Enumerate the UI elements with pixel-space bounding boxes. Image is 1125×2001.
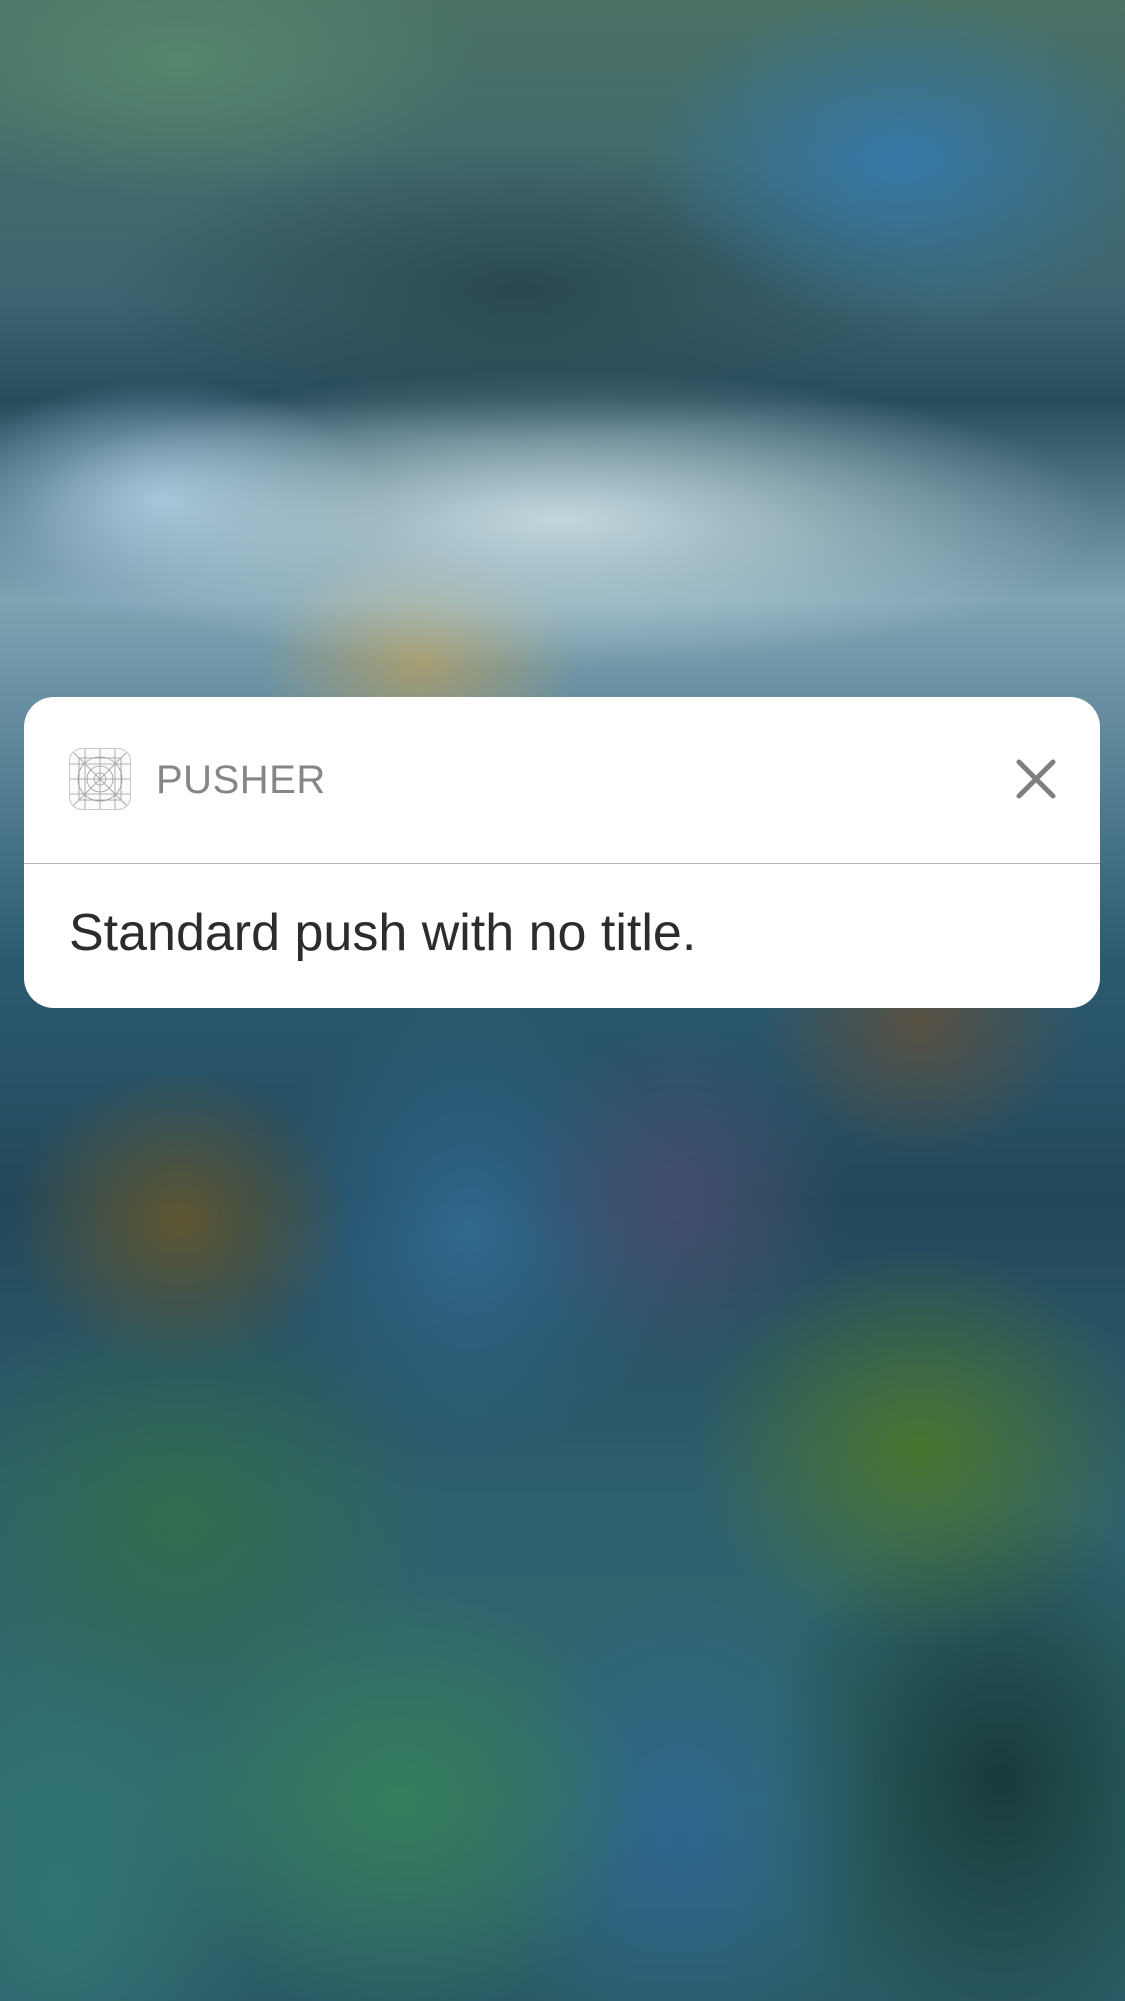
- app-name-label: PUSHER: [156, 758, 326, 802]
- header-divider: [24, 863, 1100, 864]
- notification-card[interactable]: PUSHER Standard push with no title.: [24, 697, 1100, 1008]
- app-template-grid-icon: [69, 748, 131, 810]
- close-button[interactable]: [1010, 753, 1062, 805]
- close-icon: [1016, 759, 1056, 799]
- notification-header: PUSHER: [24, 697, 1100, 863]
- notification-message: Standard push with no title.: [69, 904, 697, 962]
